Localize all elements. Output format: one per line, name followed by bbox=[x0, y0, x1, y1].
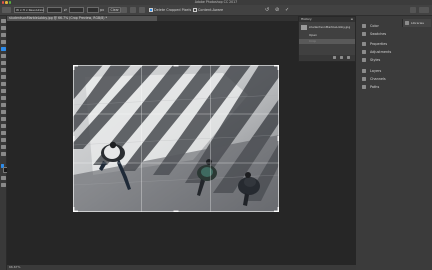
color-panel-icon[interactable] bbox=[362, 24, 366, 28]
panel-adjustments-label[interactable]: Adjustments bbox=[370, 50, 391, 54]
document-tab-title: studentsonMarbleLobby.jpg @ 66.7% (Crop … bbox=[9, 16, 108, 20]
panel-paths-label[interactable]: Paths bbox=[370, 85, 379, 89]
crop-ratio-value: W x H x Resolution bbox=[16, 8, 45, 13]
path-selection-tool-icon[interactable] bbox=[1, 131, 6, 136]
eraser-tool-icon[interactable] bbox=[1, 89, 6, 94]
crop-settings-icon[interactable] bbox=[139, 7, 145, 13]
crop-handle-left bbox=[73, 136, 75, 141]
brush-tool-icon[interactable] bbox=[1, 68, 6, 73]
crop-handle-top bbox=[173, 65, 179, 67]
document-image[interactable] bbox=[73, 65, 279, 212]
crop-height-field[interactable] bbox=[69, 7, 84, 13]
tools-panel bbox=[0, 16, 9, 270]
panel-styles-label[interactable]: Styles bbox=[370, 58, 380, 62]
commit-crop-icon[interactable]: ✓ bbox=[285, 5, 289, 15]
overlay-options-icon[interactable] bbox=[130, 7, 136, 13]
marquee-tool-icon[interactable] bbox=[1, 26, 6, 31]
cancel-crop-icon[interactable]: ⊘ bbox=[275, 5, 279, 15]
crop-handle-right bbox=[277, 136, 279, 141]
history-panel-footer bbox=[299, 55, 355, 61]
crop-ratio-select[interactable]: W x H x Resolution bbox=[14, 7, 44, 13]
panel-color-label[interactable]: Color bbox=[370, 24, 379, 28]
clone-stamp-tool-icon[interactable] bbox=[1, 75, 6, 80]
crop-width-field[interactable] bbox=[47, 7, 62, 13]
move-tool-icon[interactable] bbox=[1, 19, 6, 24]
properties-panel-icon[interactable] bbox=[362, 42, 366, 46]
panel-dock: Color Swatches Properties Adjustments St… bbox=[356, 16, 432, 270]
panel-menu-icon[interactable]: ≡ bbox=[350, 17, 353, 22]
new-document-from-state-icon[interactable] bbox=[333, 56, 336, 59]
crop-tool-icon[interactable] bbox=[1, 47, 6, 52]
zoom-tool-icon[interactable] bbox=[1, 152, 6, 157]
styles-panel-icon[interactable] bbox=[362, 58, 366, 62]
dodge-tool-icon[interactable] bbox=[1, 110, 6, 115]
libraries-label: Libraries bbox=[411, 21, 424, 25]
libraries-icon bbox=[405, 21, 409, 25]
pen-tool-icon[interactable] bbox=[1, 117, 6, 122]
zoom-level[interactable]: 66.67% bbox=[9, 265, 20, 270]
search-icon[interactable] bbox=[410, 7, 416, 13]
history-snapshot-label[interactable]: studentsonMarbleLobby.jpg bbox=[309, 25, 350, 30]
content-aware-label: Content-Aware bbox=[198, 8, 224, 12]
new-snapshot-icon[interactable] bbox=[340, 56, 343, 59]
workspace-switcher-icon[interactable] bbox=[419, 7, 429, 13]
delete-cropped-label: Delete Cropped Pixels bbox=[154, 8, 192, 12]
lobby-photo bbox=[73, 65, 279, 212]
type-tool-icon[interactable] bbox=[1, 124, 6, 129]
status-bar: 66.67% bbox=[7, 265, 356, 270]
history-brush-tool-icon[interactable] bbox=[1, 82, 6, 87]
panel-properties-label[interactable]: Properties bbox=[370, 42, 387, 46]
healing-brush-tool-icon[interactable] bbox=[1, 61, 6, 66]
delete-cropped-checkbox[interactable] bbox=[149, 8, 153, 12]
history-panel: History ≡ studentsonMarbleLobby.jpg Open… bbox=[298, 16, 356, 62]
quick-mask-icon[interactable] bbox=[1, 176, 6, 181]
libraries-panel-tab[interactable]: Libraries bbox=[402, 19, 431, 27]
history-panel-title[interactable]: History bbox=[301, 17, 312, 22]
swatches-panel-icon[interactable] bbox=[362, 32, 366, 36]
panel-layers-label[interactable]: Layers bbox=[370, 69, 381, 73]
straighten-icon[interactable] bbox=[121, 7, 127, 13]
layers-panel-icon[interactable] bbox=[362, 69, 366, 73]
resolution-field[interactable] bbox=[87, 7, 99, 13]
paths-panel-icon[interactable] bbox=[362, 85, 366, 89]
lasso-tool-icon[interactable] bbox=[1, 33, 6, 38]
swap-dimensions-icon[interactable]: ⇄ bbox=[64, 5, 67, 15]
eyedropper-tool-icon[interactable] bbox=[1, 54, 6, 59]
history-state-crop[interactable]: Crop bbox=[299, 39, 355, 44]
content-aware-checkbox[interactable] bbox=[193, 8, 197, 12]
reset-crop-icon[interactable]: ↺ bbox=[265, 5, 269, 15]
crop-tool-preset-icon[interactable] bbox=[2, 7, 11, 13]
history-state-open[interactable]: Open bbox=[299, 33, 355, 38]
channels-panel-icon[interactable] bbox=[362, 77, 366, 81]
adjustments-panel-icon[interactable] bbox=[362, 50, 366, 54]
panel-swatches-label[interactable]: Swatches bbox=[370, 32, 386, 36]
options-bar: W x H x Resolution ⇄ px Clear Delete Cro… bbox=[0, 5, 432, 16]
shape-tool-icon[interactable] bbox=[1, 138, 6, 143]
screen-mode-icon[interactable] bbox=[1, 183, 6, 188]
hand-tool-icon[interactable] bbox=[1, 145, 6, 150]
blur-tool-icon[interactable] bbox=[1, 103, 6, 108]
clear-button[interactable]: Clear bbox=[108, 7, 122, 13]
gradient-tool-icon[interactable] bbox=[1, 96, 6, 101]
trash-icon[interactable] bbox=[347, 56, 350, 59]
crop-handle-bottom bbox=[173, 210, 179, 212]
quick-select-tool-icon[interactable] bbox=[1, 40, 6, 45]
snapshot-thumbnail bbox=[301, 25, 307, 30]
resolution-unit: px bbox=[100, 8, 105, 12]
panel-channels-label[interactable]: Channels bbox=[370, 77, 386, 81]
history-panel-header: History ≡ bbox=[299, 17, 355, 22]
